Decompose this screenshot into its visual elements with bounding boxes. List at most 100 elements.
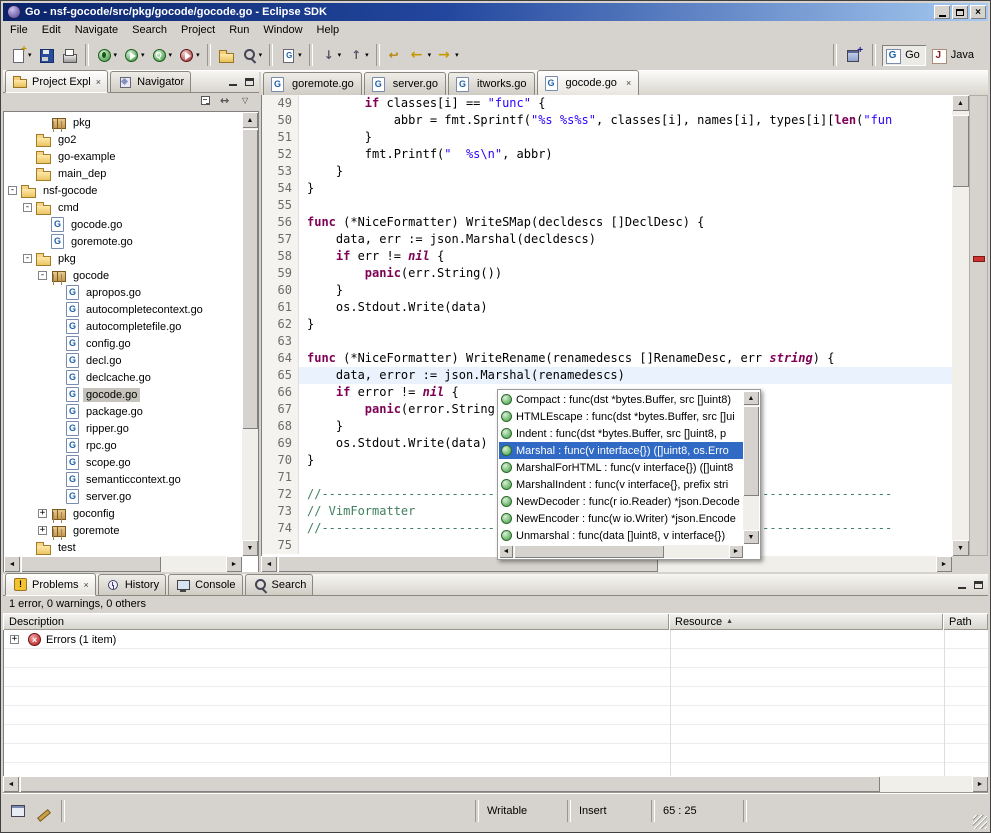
tree-item-go2[interactable]: go2 [4, 131, 242, 148]
menu-run[interactable]: Run [222, 22, 256, 38]
line-number[interactable]: 53 [262, 163, 299, 180]
code-line-51[interactable]: 51 } [262, 129, 952, 146]
scroll-down-arrow[interactable]: ▼ [743, 530, 759, 544]
completion-item-unmarshal[interactable]: Unmarshal : func(data []uint8, v interfa… [499, 527, 743, 544]
close-icon[interactable]: × [96, 77, 101, 87]
scroll-right-arrow[interactable]: ► [729, 545, 743, 558]
scroll-left-arrow[interactable]: ◄ [261, 556, 277, 572]
line-number[interactable]: 62 [262, 316, 299, 333]
line-number[interactable]: 49 [262, 95, 299, 112]
external-tools-button[interactable]: ▾ [176, 45, 202, 66]
view-menu-icon[interactable] [239, 94, 255, 109]
problems-horizontal-scrollbar[interactable]: ◄ ► [3, 776, 988, 792]
tree-item-main-dep[interactable]: main_dep [4, 165, 242, 182]
code-line-58[interactable]: 58 if err != nil { [262, 248, 952, 265]
tree-expander-icon[interactable]: - [8, 186, 17, 195]
minimize-view-button[interactable] [226, 76, 240, 89]
line-number[interactable]: 69 [262, 435, 299, 452]
tree-item-gocode-go[interactable]: gocode.go [4, 216, 242, 233]
tree-expander-icon[interactable]: + [38, 526, 47, 535]
close-icon[interactable]: × [626, 78, 631, 88]
line-number[interactable]: 57 [262, 231, 299, 248]
scroll-up-arrow[interactable]: ▲ [242, 112, 258, 128]
close-icon[interactable]: × [84, 580, 89, 590]
scroll-down-arrow[interactable]: ▼ [242, 540, 258, 556]
tree-item-pkg[interactable]: pkg [4, 114, 242, 131]
popup-vertical-scrollbar[interactable]: ▲ ▼ [743, 391, 759, 544]
editor-tab-server-go[interactable]: server.go [364, 72, 446, 95]
tree-item-package-go[interactable]: package.go [4, 403, 242, 420]
line-number[interactable]: 73 [262, 503, 299, 520]
line-number[interactable]: 58 [262, 248, 299, 265]
tree-item-rpc-go[interactable]: rpc.go [4, 437, 242, 454]
code-line-55[interactable]: 55 [262, 197, 952, 214]
tree-item-server-go[interactable]: server.go [4, 488, 242, 505]
maximize-button[interactable] [952, 5, 968, 19]
open-task-button[interactable] [216, 45, 237, 66]
scroll-right-arrow[interactable]: ► [972, 776, 988, 792]
open-perspective-button[interactable] [844, 45, 865, 66]
scroll-right-arrow[interactable]: ► [226, 556, 242, 572]
menu-navigate[interactable]: Navigate [68, 22, 125, 38]
tree-item-autocompletefile-go[interactable]: autocompletefile.go [4, 318, 242, 335]
explorer-tab-project-expl[interactable]: Project Expl× [5, 70, 108, 93]
next-annotation-button[interactable]: ▾ [318, 45, 344, 66]
menu-search[interactable]: Search [125, 22, 174, 38]
line-number[interactable]: 68 [262, 418, 299, 435]
scroll-right-arrow[interactable]: ► [936, 556, 952, 572]
code-line-62[interactable]: 62} [262, 316, 952, 333]
menu-help[interactable]: Help [310, 22, 347, 38]
tree-item-nsf-gocode[interactable]: -nsf-gocode [4, 182, 242, 199]
tree-item-autocompletecontext-go[interactable]: autocompletecontext.go [4, 301, 242, 318]
tree-item-gocode[interactable]: -gocode [4, 267, 242, 284]
tree-item-semanticcontext-go[interactable]: semanticcontext.go [4, 471, 242, 488]
new-wizard-button[interactable]: ▾ [8, 45, 34, 66]
code-line-61[interactable]: 61 os.Stdout.Write(data) [262, 299, 952, 316]
perspective-go[interactable]: Go [882, 45, 926, 66]
menu-file[interactable]: File [3, 22, 35, 38]
maximize-view-button[interactable] [242, 76, 256, 89]
scrollbar-thumb[interactable] [514, 545, 664, 558]
print-button[interactable] [59, 45, 80, 66]
minimize-button[interactable] [934, 5, 950, 19]
line-number[interactable]: 50 [262, 112, 299, 129]
tree-item-cmd[interactable]: -cmd [4, 199, 242, 216]
fast-view-icon[interactable] [8, 802, 28, 820]
editor-vertical-scrollbar[interactable]: ▲ ▼ [952, 95, 969, 556]
completion-item-compact[interactable]: Compact : func(dst *bytes.Buffer, src []… [499, 391, 743, 408]
line-number[interactable]: 66 [262, 384, 299, 401]
line-number[interactable]: 72 [262, 486, 299, 503]
tree-expander-icon[interactable]: - [23, 254, 32, 263]
line-number[interactable]: 64 [262, 350, 299, 367]
line-number[interactable]: 55 [262, 197, 299, 214]
column-header-resource[interactable]: Resource▲ [669, 613, 943, 630]
scrollbar-thumb[interactable] [242, 129, 258, 429]
tree-item-scope-go[interactable]: scope.go [4, 454, 242, 471]
tree-item-test[interactable]: test [4, 539, 242, 556]
link-with-editor-icon[interactable] [219, 94, 235, 109]
code-line-54[interactable]: 54} [262, 180, 952, 197]
bottom-tab-search[interactable]: Search [245, 574, 314, 595]
code-line-56[interactable]: 56func (*NiceFormatter) WriteSMap(declde… [262, 214, 952, 231]
run-last-button[interactable]: ▾ [149, 45, 175, 66]
line-number[interactable]: 70 [262, 452, 299, 469]
tree-expander-icon[interactable]: + [38, 509, 47, 518]
tree-item-decl-go[interactable]: decl.go [4, 352, 242, 369]
line-number[interactable]: 54 [262, 180, 299, 197]
line-number[interactable]: 75 [262, 537, 299, 554]
code-line-49[interactable]: 49 if classes[i] == "func" { [262, 95, 952, 112]
bottom-tab-console[interactable]: Console [168, 574, 242, 595]
column-header-path[interactable]: Path [943, 613, 988, 630]
perspective-java[interactable]: Java [928, 45, 980, 66]
scroll-left-arrow[interactable]: ◄ [4, 556, 20, 572]
tree-item-ripper-go[interactable]: ripper.go [4, 420, 242, 437]
code-line-64[interactable]: 64func (*NiceFormatter) WriteRename(rena… [262, 350, 952, 367]
line-number[interactable]: 52 [262, 146, 299, 163]
bottom-tab-problems[interactable]: Problems× [5, 573, 96, 596]
line-number[interactable]: 61 [262, 299, 299, 316]
explorer-tab-navigator[interactable]: Navigator [110, 71, 191, 92]
completion-item-marshalindent[interactable]: MarshalIndent : func(v interface{}, pref… [499, 476, 743, 493]
maximize-view-button[interactable] [971, 579, 985, 592]
scroll-up-arrow[interactable]: ▲ [743, 391, 759, 405]
completion-item-htmlescape[interactable]: HTMLEscape : func(dst *bytes.Buffer, src… [499, 408, 743, 425]
